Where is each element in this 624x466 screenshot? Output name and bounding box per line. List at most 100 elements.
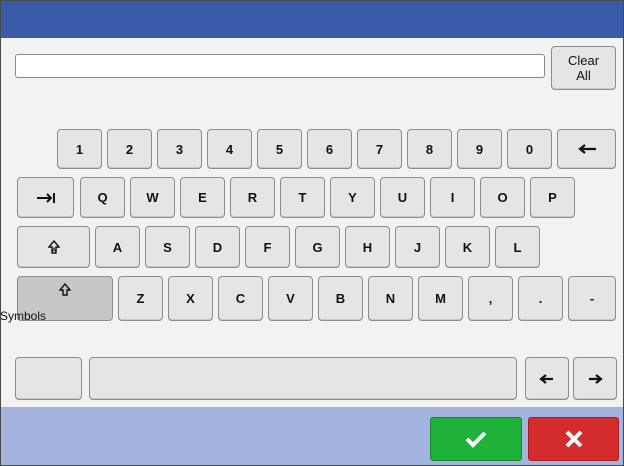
left-arrow-icon: [577, 144, 596, 154]
key-label: 3: [175, 141, 184, 157]
key-label: 2: [125, 141, 134, 157]
key-y[interactable]: Y: [330, 177, 375, 218]
key-label: 0: [525, 141, 534, 157]
key-l[interactable]: L: [495, 226, 540, 268]
key-a[interactable]: A: [95, 226, 140, 268]
key-u[interactable]: U: [380, 177, 425, 218]
key-label: Y: [348, 190, 357, 205]
key-label: B: [335, 291, 346, 306]
key-r[interactable]: R: [230, 177, 275, 218]
caps-lock-key[interactable]: A: [17, 226, 90, 268]
key-q[interactable]: Q: [80, 177, 125, 218]
key-label: V: [286, 291, 295, 306]
key-9[interactable]: 9: [457, 129, 502, 169]
key-label: A: [112, 239, 123, 255]
key-label: ,: [488, 291, 493, 306]
key-m[interactable]: M: [418, 276, 463, 321]
key-label: K: [462, 239, 473, 255]
tab-key[interactable]: [17, 177, 74, 218]
cursor-left-button[interactable]: [525, 357, 569, 400]
confirm-button[interactable]: [430, 417, 522, 461]
key-label: .: [538, 291, 543, 306]
key-0[interactable]: 0: [507, 129, 552, 169]
key-7[interactable]: 7: [357, 129, 402, 169]
key-k[interactable]: K: [445, 226, 490, 268]
key-g[interactable]: G: [295, 226, 340, 268]
key-label: U: [397, 190, 408, 205]
key-label: 7: [375, 141, 384, 157]
key-n[interactable]: N: [368, 276, 413, 321]
key-label: O: [497, 190, 508, 205]
key-t[interactable]: T: [280, 177, 325, 218]
key-3[interactable]: 3: [157, 129, 202, 169]
key-label: X: [186, 291, 195, 306]
key-v[interactable]: V: [268, 276, 313, 321]
clear-all-label-line2: All: [576, 68, 591, 83]
symbols-button[interactable]: [15, 357, 82, 400]
symbols-label: Symbols: [0, 309, 47, 323]
key-4[interactable]: 4: [207, 129, 252, 169]
tab-arrow-icon: [36, 192, 55, 203]
key-x[interactable]: X: [168, 276, 213, 321]
key-s[interactable]: S: [145, 226, 190, 268]
cancel-button[interactable]: [528, 417, 619, 461]
key-label: H: [362, 239, 373, 255]
caps-lock-icon: A: [47, 240, 60, 254]
key-e[interactable]: E: [180, 177, 225, 218]
key-j[interactable]: J: [395, 226, 440, 268]
key-z[interactable]: Z: [118, 276, 163, 321]
key-2[interactable]: 2: [107, 129, 152, 169]
key-hyphen[interactable]: -: [568, 276, 616, 321]
key-label: F: [263, 239, 272, 255]
keyboard-dialog: Clear All 1 2 3 4 5 6 7 8 9 0 Q W E R T …: [0, 0, 624, 466]
key-label: 5: [275, 141, 284, 157]
key-w[interactable]: W: [130, 177, 175, 218]
left-arrow-icon: [539, 373, 553, 384]
key-label: 1: [75, 141, 84, 157]
key-label: L: [513, 239, 522, 255]
checkmark-icon: [465, 431, 487, 448]
shift-arrow-icon: [59, 283, 71, 296]
title-bar: [1, 1, 623, 38]
clear-all-button[interactable]: Clear All: [551, 46, 616, 90]
key-label: M: [435, 291, 446, 306]
key-b[interactable]: B: [318, 276, 363, 321]
text-input[interactable]: [15, 54, 545, 78]
key-label: I: [450, 190, 455, 205]
key-label: C: [235, 291, 246, 306]
key-c[interactable]: C: [218, 276, 263, 321]
clear-all-label-line1: Clear: [567, 53, 600, 68]
x-icon: [565, 430, 582, 448]
key-label: R: [247, 190, 258, 205]
key-label: E: [198, 190, 207, 205]
key-f[interactable]: F: [245, 226, 290, 268]
key-label: W: [146, 190, 159, 205]
key-label: Q: [97, 190, 108, 205]
key-label: 4: [225, 141, 234, 157]
key-label: -: [589, 291, 595, 306]
key-8[interactable]: 8: [407, 129, 452, 169]
key-label: G: [312, 239, 323, 255]
key-p[interactable]: P: [530, 177, 575, 218]
key-label: 9: [475, 141, 484, 157]
key-d[interactable]: D: [195, 226, 240, 268]
key-label: Z: [136, 291, 145, 306]
key-label: D: [212, 239, 223, 255]
cursor-right-button[interactable]: [573, 357, 617, 400]
right-arrow-icon: [589, 373, 603, 384]
key-period[interactable]: .: [518, 276, 563, 321]
key-label: J: [413, 239, 422, 255]
key-i[interactable]: I: [430, 177, 475, 218]
key-o[interactable]: O: [480, 177, 525, 218]
key-5[interactable]: 5: [257, 129, 302, 169]
key-h[interactable]: H: [345, 226, 390, 268]
key-label: 8: [425, 141, 434, 157]
key-label: S: [163, 239, 172, 255]
key-6[interactable]: 6: [307, 129, 352, 169]
key-label: 6: [325, 141, 334, 157]
key-label: P: [548, 190, 557, 205]
space-bar[interactable]: [89, 357, 517, 400]
key-comma[interactable]: ,: [468, 276, 513, 321]
backspace-key[interactable]: [557, 129, 616, 169]
key-1[interactable]: 1: [57, 129, 102, 169]
